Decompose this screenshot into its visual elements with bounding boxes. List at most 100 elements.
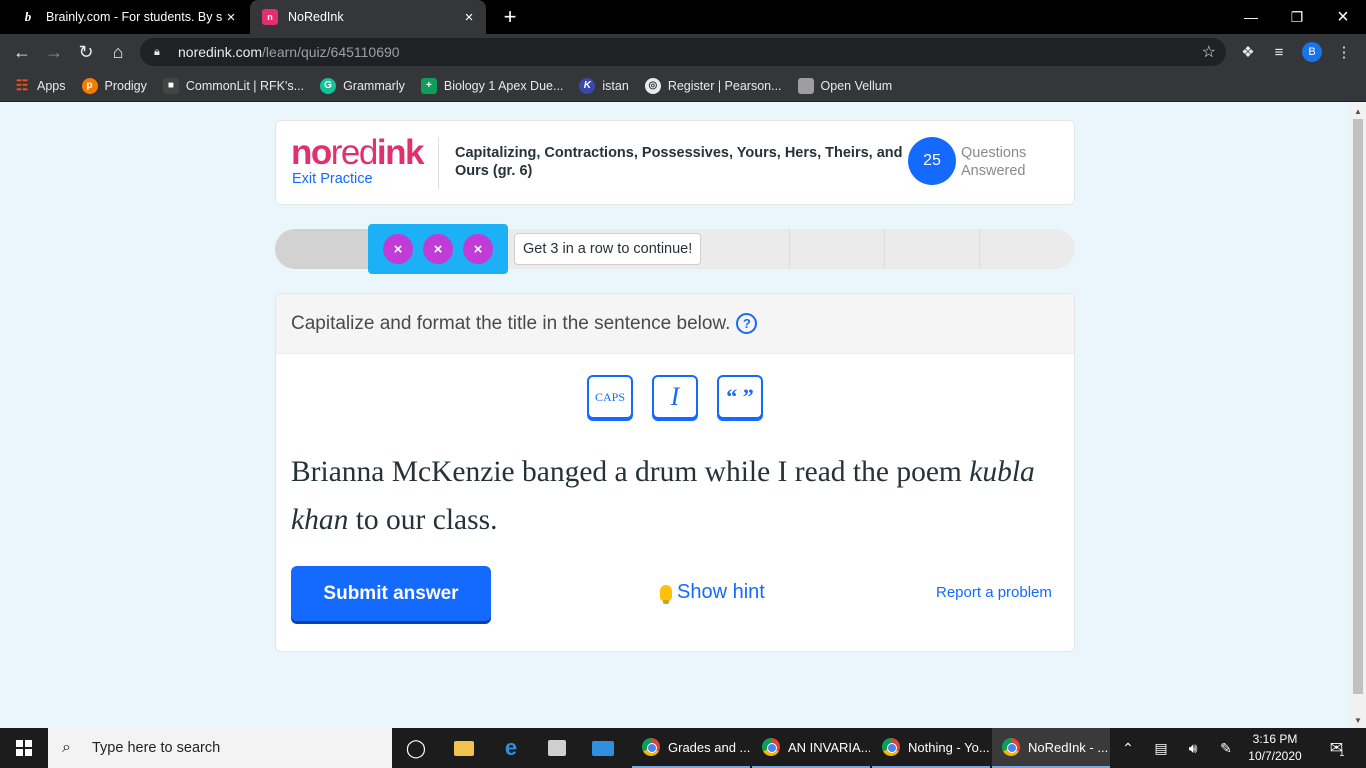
bookmark-label: istan (602, 78, 629, 93)
taskbar-clock[interactable]: 3:16 PM 10/7/2020 (1245, 731, 1305, 765)
biology-icon: + (420, 77, 437, 94)
extensions-icon[interactable]: ❖ (1238, 42, 1258, 62)
task-view-icon[interactable]: ◯ (398, 728, 434, 768)
taskbar-app-invaria[interactable]: AN INVARIA... (752, 728, 870, 768)
bookmark-commonlit[interactable]: ■ CommonLit | RFK's... (162, 77, 305, 94)
scrollbar-thumb[interactable] (1353, 119, 1363, 694)
window-close-button[interactable]: × (1320, 0, 1366, 34)
chrome-icon (642, 738, 660, 756)
reload-button[interactable]: ↻ (72, 38, 100, 66)
noredink-icon: n (262, 9, 278, 25)
restore-button[interactable]: ❐ (1274, 0, 1320, 34)
tab-brainly[interactable]: b Brainly.com - For students. By student… (8, 0, 248, 34)
bookmark-pearson[interactable]: ◎ Register | Pearson... (644, 77, 782, 94)
sentence-text[interactable]: to our class. (348, 504, 498, 536)
questions-answered-count: 25 (908, 137, 956, 185)
taskbar-app-nothing[interactable]: Nothing - Yo... (872, 728, 990, 768)
progress-fill (275, 229, 371, 269)
instruction-bar: Capitalize and format the title in the s… (276, 294, 1074, 354)
incorrect-mark-icon: × (383, 234, 413, 264)
url-text: noredink.com/learn/quiz/645110690 (178, 44, 400, 60)
bookmark-label: Prodigy (104, 78, 147, 93)
chrome-icon (882, 738, 900, 756)
caps-button[interactable]: CAPS (587, 375, 633, 419)
network-icon[interactable]: ▤ (1150, 728, 1172, 768)
tray-overflow-icon[interactable]: ⌃ (1117, 728, 1139, 768)
bookmark-istan[interactable]: K istan (579, 77, 629, 94)
quotes-button[interactable]: “ ” (717, 375, 763, 419)
tab-title: Brainly.com - For students. By students (46, 10, 222, 24)
quiz-header: noredink Exit Practice Capitalizing, Con… (275, 120, 1075, 205)
quiz-title: Capitalizing, Contractions, Possessives,… (455, 145, 903, 179)
submit-answer-button[interactable]: Submit answer (291, 566, 491, 621)
volume-icon[interactable]: 🔊︎ (1182, 728, 1204, 768)
help-icon[interactable]: ? (736, 313, 758, 334)
search-icon: ⌕ (62, 739, 71, 756)
browser-tab-strip: b Brainly.com - For students. By student… (0, 0, 1366, 34)
taskbar-app-noredink[interactable]: NoRedInk - ... (992, 728, 1110, 768)
taskbar-app-label: AN INVARIA... (788, 739, 870, 755)
noredink-logo[interactable]: noredink (291, 135, 424, 171)
bookmark-grammarly[interactable]: G Grammarly (320, 77, 405, 94)
close-icon[interactable]: × (460, 8, 478, 26)
notification-center-icon[interactable]: ✉ 1 (1320, 728, 1354, 768)
progress-segment (789, 229, 790, 269)
italic-button[interactable]: I (652, 375, 698, 419)
sentence-text[interactable]: Brianna McKenzie banged a drum while I r… (291, 456, 969, 488)
bookmarks-bar: ☷ Apps p Prodigy ■ CommonLit | RFK's... … (0, 70, 1366, 102)
streak-indicator: × × × (368, 224, 508, 274)
clock-date: 10/7/2020 (1248, 749, 1302, 763)
questions-answered-label: Questions Answered (961, 145, 1027, 179)
bookmark-label: CommonLit | RFK's... (185, 78, 305, 93)
address-bar[interactable]: 🔒︎ noredink.com/learn/quiz/645110690 ☆ (140, 38, 1226, 66)
file-explorer-icon[interactable] (446, 728, 482, 768)
store-icon[interactable] (539, 728, 575, 768)
exit-practice-link[interactable]: Exit Practice (292, 171, 373, 187)
incorrect-mark-icon: × (423, 234, 453, 264)
mail-icon[interactable] (585, 728, 621, 768)
show-hint-button[interactable]: Show hint (660, 581, 765, 604)
taskbar-app-label: Grades and ... (668, 739, 750, 755)
report-problem-link[interactable]: Report a problem (936, 584, 1052, 601)
search-placeholder: Type here to search (92, 740, 221, 756)
menu-icon[interactable]: ⋮ (1334, 42, 1354, 62)
pen-icon[interactable]: ✎ (1215, 728, 1237, 768)
close-icon[interactable]: × (222, 8, 240, 26)
minimize-button[interactable]: — (1228, 0, 1274, 34)
k-icon: K (579, 77, 596, 94)
start-button[interactable] (0, 728, 48, 768)
home-button[interactable]: ⌂ (104, 38, 132, 66)
bookmark-biology[interactable]: + Biology 1 Apex Due... (420, 77, 564, 94)
taskbar-app-label: NoRedInk - ... (1028, 739, 1109, 755)
commonlit-icon: ■ (162, 77, 179, 94)
media-controls-icon[interactable]: ≡ (1269, 42, 1289, 62)
streak-tooltip: Get 3 in a row to continue! (514, 233, 702, 265)
bookmark-vellum[interactable]: Open Vellum (797, 77, 893, 94)
bookmark-label: Grammarly (343, 78, 405, 93)
bookmark-star-icon[interactable]: ☆ (1202, 42, 1216, 62)
scroll-up-icon[interactable]: ▲ (1350, 104, 1366, 118)
bookmark-label: Open Vellum (820, 78, 893, 93)
page-scrollbar[interactable]: ▲ ▼ (1350, 103, 1366, 728)
apps-grid-icon: ☷ (15, 77, 29, 93)
back-button[interactable]: ← (8, 38, 36, 66)
bookmark-label: Biology 1 Apex Due... (443, 78, 564, 93)
chrome-icon (762, 738, 780, 756)
tab-title: NoRedInk (288, 10, 344, 24)
page-icon (797, 77, 814, 94)
taskbar-search[interactable]: ⌕ Type here to search (48, 728, 392, 768)
bookmark-prodigy[interactable]: p Prodigy (81, 77, 147, 94)
question-sentence[interactable]: Brianna McKenzie banged a drum while I r… (291, 448, 1066, 544)
bookmark-apps[interactable]: ☷ Apps (14, 77, 66, 94)
profile-avatar[interactable]: B (1302, 42, 1322, 62)
edge-icon[interactable]: e (493, 728, 529, 768)
chrome-icon (1002, 738, 1020, 756)
tab-noredink[interactable]: n NoRedInk × (250, 0, 486, 34)
header-divider (438, 137, 439, 189)
taskbar-app-grades[interactable]: Grades and ... (632, 728, 750, 768)
bookmark-label: Apps (37, 78, 66, 93)
scroll-down-icon[interactable]: ▼ (1350, 713, 1366, 727)
forward-button[interactable]: → (40, 38, 68, 66)
clock-time: 3:16 PM (1252, 732, 1298, 746)
new-tab-button[interactable]: + (498, 4, 522, 29)
